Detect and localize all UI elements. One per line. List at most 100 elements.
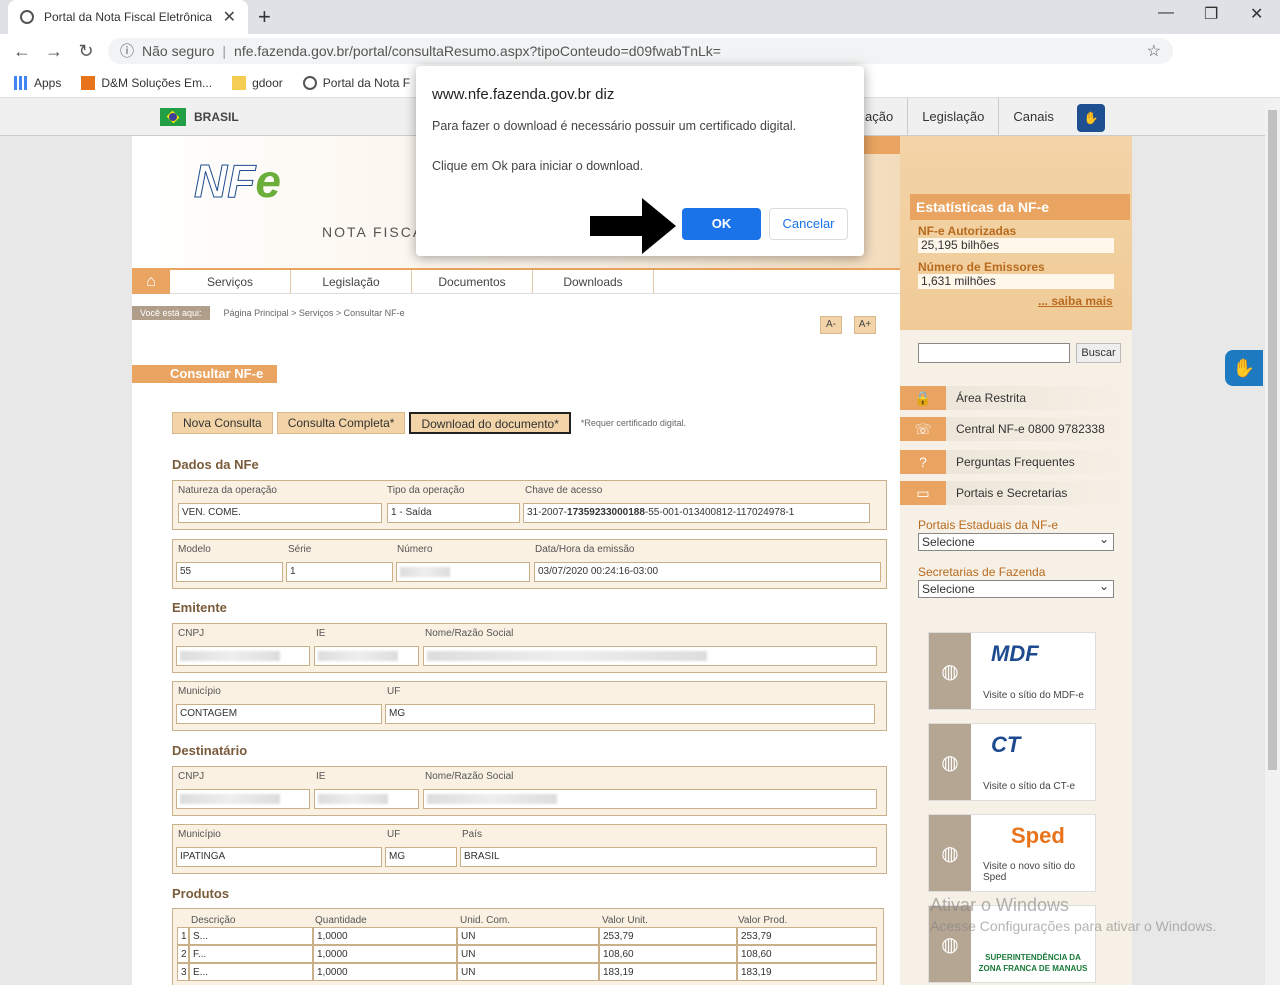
- cert-note: *Requer certificado digital.: [580, 418, 686, 428]
- menu-documentos[interactable]: Documentos: [412, 270, 533, 293]
- close-tab-icon[interactable]: ✕: [223, 7, 236, 27]
- back-icon[interactable]: ←: [6, 41, 38, 62]
- emitente-ie-field: [314, 646, 419, 666]
- font-size-controls: A- A+: [820, 316, 888, 334]
- info-icon: ⓘ: [120, 43, 134, 59]
- bookmark-star-icon[interactable]: ☆: [1147, 41, 1161, 61]
- autorizadas-value: 25,195 bilhões: [918, 238, 1114, 253]
- browser-tab-strip: Portal da Nota Fiscal Eletrônica ✕ + — ❐…: [0, 0, 1280, 34]
- new-tab-icon[interactable]: +: [258, 4, 271, 30]
- globe-icon: [302, 75, 317, 90]
- font-decrease-button[interactable]: A-: [820, 316, 842, 334]
- address-bar[interactable]: ⓘ Não seguro | nfe.fazenda.gov.br/portal…: [108, 38, 1173, 64]
- consulta-completa-button[interactable]: Consulta Completa*: [276, 412, 406, 434]
- emitente-box-2: Município CONTAGEM UF MG: [172, 681, 887, 731]
- tipo-field: 1 - Saída: [387, 503, 520, 523]
- stats-panel: Estatísticas da NF-e NF-e Autorizadas 25…: [900, 136, 1132, 330]
- gov-nav-canais[interactable]: Canais: [998, 98, 1067, 136]
- emitente-box-1: CNPJ IE Nome/Razão Social: [172, 623, 887, 673]
- window-icon: ▭: [900, 481, 946, 505]
- ok-button[interactable]: OK: [682, 208, 761, 240]
- breadcrumb: Você está aqui: Página Principal > Servi…: [132, 306, 405, 320]
- sidebar-item-perguntas[interactable]: ? Perguntas Frequentes: [900, 450, 1132, 474]
- cancel-button[interactable]: Cancelar: [769, 208, 848, 240]
- nfe-logo[interactable]: NFe: [193, 154, 314, 244]
- search-input[interactable]: [918, 343, 1070, 363]
- destinatario-box-2: Município IPATINGA UF MG País BRASIL: [172, 824, 887, 874]
- destinatario-municipio-field: IPATINGA: [176, 847, 382, 867]
- action-buttons: Nova Consulta Consulta Completa* Downloa…: [172, 412, 686, 434]
- destinatario-pais-field: BRASIL: [460, 847, 877, 867]
- apps-grid-icon: [14, 75, 28, 90]
- destinatario-box-1: CNPJ IE Nome/Razão Social: [172, 766, 887, 816]
- bookmark-portal[interactable]: Portal da Nota F: [302, 75, 410, 90]
- font-increase-button[interactable]: A+: [854, 316, 876, 334]
- emissores-value: 1,631 milhões: [918, 274, 1114, 289]
- menu-servicos[interactable]: Serviços: [170, 270, 291, 293]
- secretarias-select[interactable]: Selecione: [918, 578, 1114, 598]
- promo-suframa[interactable]: ◍ SUPERINTENDÊNCIA DA ZONA FRANCA DE MAN…: [928, 905, 1096, 983]
- brazil-flag-icon: [160, 108, 186, 126]
- globe-icon: [20, 10, 34, 24]
- reload-icon[interactable]: ↻: [70, 41, 102, 62]
- emitente-uf-field: MG: [385, 704, 875, 724]
- arrow-right-icon: [590, 198, 676, 254]
- sidebar-item-portais[interactable]: ▭ Portais e Secretarias: [900, 481, 1132, 505]
- scrollbar-thumb[interactable]: [1268, 110, 1277, 770]
- minimize-icon[interactable]: —: [1158, 4, 1174, 22]
- destinatario-cnpj-field: [176, 789, 310, 809]
- libras-hand-icon[interactable]: ✋: [1077, 104, 1105, 132]
- forward-icon[interactable]: →: [38, 41, 70, 62]
- breadcrumb-path[interactable]: Página Principal > Serviços > Consultar …: [224, 308, 405, 318]
- stats-title: Estatísticas da NF-e: [910, 194, 1130, 220]
- dm-logo-icon: [81, 75, 96, 90]
- bookmark-gdoor[interactable]: gdoor: [232, 75, 283, 90]
- windows-watermark-sub: Acesse Configurações para ativar o Windo…: [930, 918, 1217, 934]
- close-window-icon[interactable]: ✕: [1250, 4, 1263, 24]
- emitente-nome-field: [423, 646, 877, 666]
- gov-nav-legislacao[interactable]: Legislação: [907, 98, 998, 136]
- browser-toolbar: ← → ↻ ⓘ Não seguro | nfe.fazenda.gov.br/…: [0, 34, 1280, 93]
- search-button[interactable]: Buscar: [1076, 343, 1121, 363]
- browser-tab[interactable]: Portal da Nota Fiscal Eletrônica ✕: [8, 0, 248, 34]
- bookmark-apps[interactable]: Apps: [14, 75, 61, 90]
- page-scrollbar[interactable]: [1265, 98, 1280, 985]
- bookmark-dm[interactable]: D&M Soluções Em...: [81, 75, 212, 90]
- right-sidebar: Estatísticas da NF-e NF-e Autorizadas 25…: [900, 136, 1132, 985]
- destinatario-uf-field: MG: [385, 847, 457, 867]
- gov-nav: ação Legislação Canais: [850, 98, 1068, 136]
- section-destinatario: Destinatário: [172, 743, 248, 758]
- security-label: Não seguro: [142, 43, 215, 59]
- lock-icon: 🔒: [900, 386, 946, 410]
- vlibras-hand-icon[interactable]: ✋: [1225, 350, 1263, 386]
- breadcrumb-here: Você está aqui:: [132, 306, 210, 320]
- destinatario-ie-field: [314, 789, 419, 809]
- numero-field: [396, 562, 530, 582]
- menu-downloads[interactable]: Downloads: [533, 270, 654, 293]
- restore-icon[interactable]: ❐: [1204, 4, 1218, 24]
- windows-watermark: Ativar o Windows: [930, 895, 1070, 915]
- promo-mdfe[interactable]: ◍ MDF Visite o sítio do MDF-e: [928, 632, 1096, 710]
- sidebar-item-central[interactable]: ☏ Central NF-e 0800 9782338: [900, 417, 1132, 441]
- banner-text: NOTA FISCA: [322, 224, 425, 240]
- portais-select[interactable]: Selecione: [918, 531, 1114, 551]
- modelo-field: 55: [176, 562, 283, 582]
- globe-icon: ◍: [929, 633, 971, 709]
- menu-legislacao[interactable]: Legislação: [291, 270, 412, 293]
- section-produtos: Produtos: [172, 886, 230, 901]
- promo-cte[interactable]: ◍ CT Visite o sítio da CT-e: [928, 723, 1096, 801]
- home-icon[interactable]: ⌂: [132, 270, 170, 294]
- promo-sped[interactable]: ◍ Sped Visite o novo sítio do Sped: [928, 814, 1096, 892]
- chave-field: 31-2007-17359233000188-55-001-013400812-…: [523, 503, 870, 523]
- page-title: Consultar NF-e: [132, 365, 277, 383]
- natureza-field: VEN. COME.: [178, 503, 382, 523]
- folder-icon: [232, 75, 247, 90]
- nova-consulta-button[interactable]: Nova Consulta: [172, 412, 273, 434]
- saiba-mais-link[interactable]: ... saiba mais: [1038, 294, 1113, 308]
- produtos-table: Descrição Quantidade Unid. Com. Valor Un…: [172, 908, 884, 985]
- brasil-link[interactable]: BRASIL: [160, 108, 239, 126]
- download-documento-button[interactable]: Download do documento*: [409, 412, 571, 434]
- emitente-municipio-field: CONTAGEM: [176, 704, 382, 724]
- dialog-message: Para fazer o download é necessário possu…: [432, 119, 797, 173]
- sidebar-item-area-restrita[interactable]: 🔒 Área Restrita: [900, 386, 1132, 410]
